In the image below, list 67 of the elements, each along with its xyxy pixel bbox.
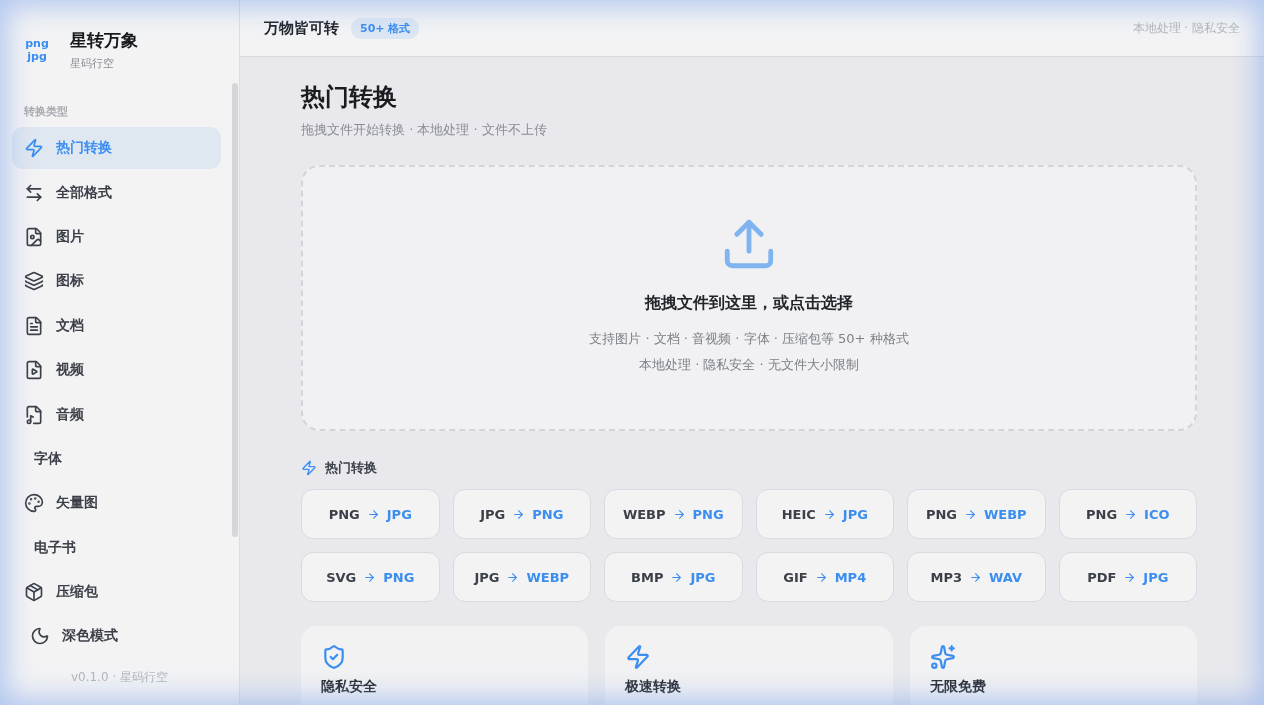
sidebar-item[interactable]: 全部格式	[12, 171, 221, 214]
app-name: 星转万象	[70, 29, 138, 52]
arrow-icon	[1124, 507, 1138, 521]
arrow-icon	[363, 570, 377, 584]
feature-title: 隐私安全	[321, 678, 378, 696]
moon-icon	[30, 626, 50, 647]
lightning-icon	[625, 644, 652, 670]
arrow-icon	[506, 570, 520, 584]
video-file-icon	[24, 360, 44, 381]
format-count-badge: 50+ 格式	[351, 17, 420, 39]
arrow-icon	[963, 507, 977, 521]
lightning-icon	[301, 460, 317, 476]
palette-icon	[24, 493, 44, 514]
sidebar-item[interactable]: 视频	[12, 348, 221, 392]
sidebar-item[interactable]: 图标	[12, 260, 221, 303]
sidebar-item[interactable]: 电子书	[12, 526, 221, 569]
package-icon	[24, 582, 44, 603]
conversion-button[interactable]: GIF MP4	[755, 552, 894, 602]
dark-mode-toggle[interactable]: 深色模式	[30, 621, 239, 652]
conversion-button[interactable]: PNG ICO	[1058, 489, 1197, 539]
section-heading: 热门转换	[325, 459, 377, 477]
layers-icon	[24, 271, 44, 292]
conversion-button[interactable]: PNG WEBP	[907, 489, 1046, 539]
dropzone-hint: 本地处理 · 隐私安全 · 无文件大小限制	[639, 356, 859, 374]
arrow-icon	[670, 570, 684, 584]
sidebar-item[interactable]: 音频	[12, 393, 221, 436]
section-label: 转换类型	[24, 104, 69, 119]
conversion-button[interactable]: SVG PNG	[301, 552, 440, 602]
app-subtitle: 星码行空	[70, 56, 115, 71]
arrow-icon	[366, 507, 380, 521]
arrow-icon	[672, 507, 686, 521]
audio-file-icon	[24, 404, 44, 425]
feature-title: 无限免费	[929, 678, 987, 696]
conversion-button[interactable]: WEBP PNG	[604, 489, 743, 539]
lightning-icon	[24, 138, 44, 159]
header-note: 本地处理 · 隐私安全	[1132, 19, 1240, 37]
sidebar-item[interactable]: 图片	[12, 215, 221, 259]
conversion-button[interactable]: JPG WEBP	[452, 552, 591, 602]
scrollbar[interactable]	[232, 83, 238, 537]
arrow-icon	[814, 570, 828, 584]
swap-icon	[24, 182, 44, 203]
dropzone-title: 拖拽文件到这里，或点击选择	[645, 293, 853, 314]
arrow-icon	[512, 507, 526, 521]
app-logo: png jpg	[24, 37, 50, 63]
arrow-icon	[822, 507, 836, 521]
conversion-button[interactable]: PDF JPG	[1058, 552, 1197, 602]
page-title: 热门转换	[301, 82, 398, 113]
conversion-button[interactable]: JPG PNG	[452, 489, 591, 539]
sidebar-item[interactable]: 矢量图	[12, 482, 221, 525]
conversion-button[interactable]: MP3 WAV	[907, 552, 1046, 602]
document-icon	[24, 315, 44, 336]
conversion-button[interactable]: PNG JPG	[301, 489, 440, 539]
arrow-icon	[1123, 570, 1137, 584]
header-title: 万物皆可转	[264, 18, 339, 38]
conversion-button[interactable]: HEIC JPG	[755, 489, 894, 539]
arrow-icon	[969, 570, 982, 584]
shield-icon	[321, 644, 347, 670]
image-file-icon	[24, 226, 44, 247]
sidebar-item[interactable]: 字体	[12, 437, 221, 481]
conversion-button[interactable]: BMP JPG	[604, 552, 743, 602]
feature-title: 极速转换	[625, 678, 683, 696]
sparkles-icon	[929, 644, 956, 670]
sidebar-item[interactable]: 文档	[12, 304, 221, 347]
page-subtitle: 拖拽文件开始转换 · 本地处理 · 文件不上传	[301, 121, 548, 139]
dropzone[interactable]: 拖拽文件到这里，或点击选择 支持图片 · 文档 · 音视频 · 字体 · 压缩包等 50+ 种格式 本地处理 · 隐私安全 · 无文件大小限制	[301, 165, 1197, 431]
dropzone-hint: 支持图片 · 文档 · 音视频 · 字体 · 压缩包等 50+ 种格式	[589, 330, 909, 348]
sidebar-item[interactable]: 压缩包	[12, 570, 221, 614]
